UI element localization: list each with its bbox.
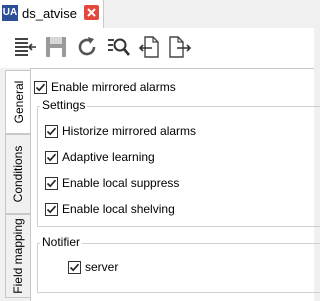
- adaptive-learning-label: Adaptive learning: [62, 150, 155, 164]
- enable-local-suppress-checkbox[interactable]: Enable local suppress: [45, 175, 179, 191]
- enable-mirrored-alarms-label: Enable mirrored alarms: [51, 80, 176, 94]
- checkbox-box[interactable]: [45, 176, 58, 190]
- tab-field-mapping-label: Field mapping: [11, 218, 25, 294]
- tab-conditions-label: Conditions: [11, 145, 25, 203]
- find-icon[interactable]: [105, 34, 131, 60]
- close-icon[interactable]: [84, 5, 99, 20]
- side-tabs: General Conditions Field mapping: [5, 68, 31, 301]
- checkbox-box[interactable]: [45, 202, 58, 216]
- checkbox-box[interactable]: [45, 124, 58, 138]
- enable-local-suppress-label: Enable local suppress: [62, 176, 180, 190]
- toolbar: [0, 28, 314, 68]
- refresh-icon[interactable]: [74, 34, 100, 60]
- settings-group-title: Settings: [40, 98, 88, 112]
- import-file-icon[interactable]: [136, 34, 162, 60]
- general-panel: Enable mirrored alarms Settings Historiz…: [30, 68, 320, 301]
- tab-title: ds_atvise: [22, 6, 77, 21]
- tab-conditions[interactable]: Conditions: [5, 134, 31, 214]
- adaptive-learning-checkbox[interactable]: Adaptive learning: [45, 149, 155, 165]
- checkbox-box[interactable]: [68, 260, 81, 274]
- save-icon[interactable]: [43, 34, 69, 60]
- historize-mirrored-alarms-label: Historize mirrored alarms: [62, 124, 197, 138]
- enable-local-shelving-label: Enable local shelving: [62, 202, 175, 216]
- notifier-group-title: Notifier: [40, 235, 83, 249]
- enable-local-shelving-checkbox[interactable]: Enable local shelving: [45, 201, 175, 217]
- enable-mirrored-alarms-checkbox[interactable]: Enable mirrored alarms: [34, 79, 176, 95]
- notifier-server-checkbox[interactable]: server: [68, 259, 118, 275]
- import-icon[interactable]: [12, 34, 38, 60]
- historize-mirrored-alarms-checkbox[interactable]: Historize mirrored alarms: [45, 123, 196, 139]
- tab-field-mapping[interactable]: Field mapping: [5, 214, 31, 298]
- document-tab-bar: UA ds_atvise: [0, 0, 314, 28]
- checkbox-box[interactable]: [45, 150, 58, 164]
- document-tab[interactable]: UA ds_atvise: [0, 0, 104, 28]
- checkbox-box[interactable]: [34, 80, 47, 94]
- export-file-icon[interactable]: [167, 34, 193, 60]
- notifier-server-label: server: [85, 260, 119, 274]
- tab-general[interactable]: General: [5, 70, 31, 134]
- tab-general-label: General: [11, 80, 26, 124]
- ua-logo-icon: UA: [2, 5, 18, 21]
